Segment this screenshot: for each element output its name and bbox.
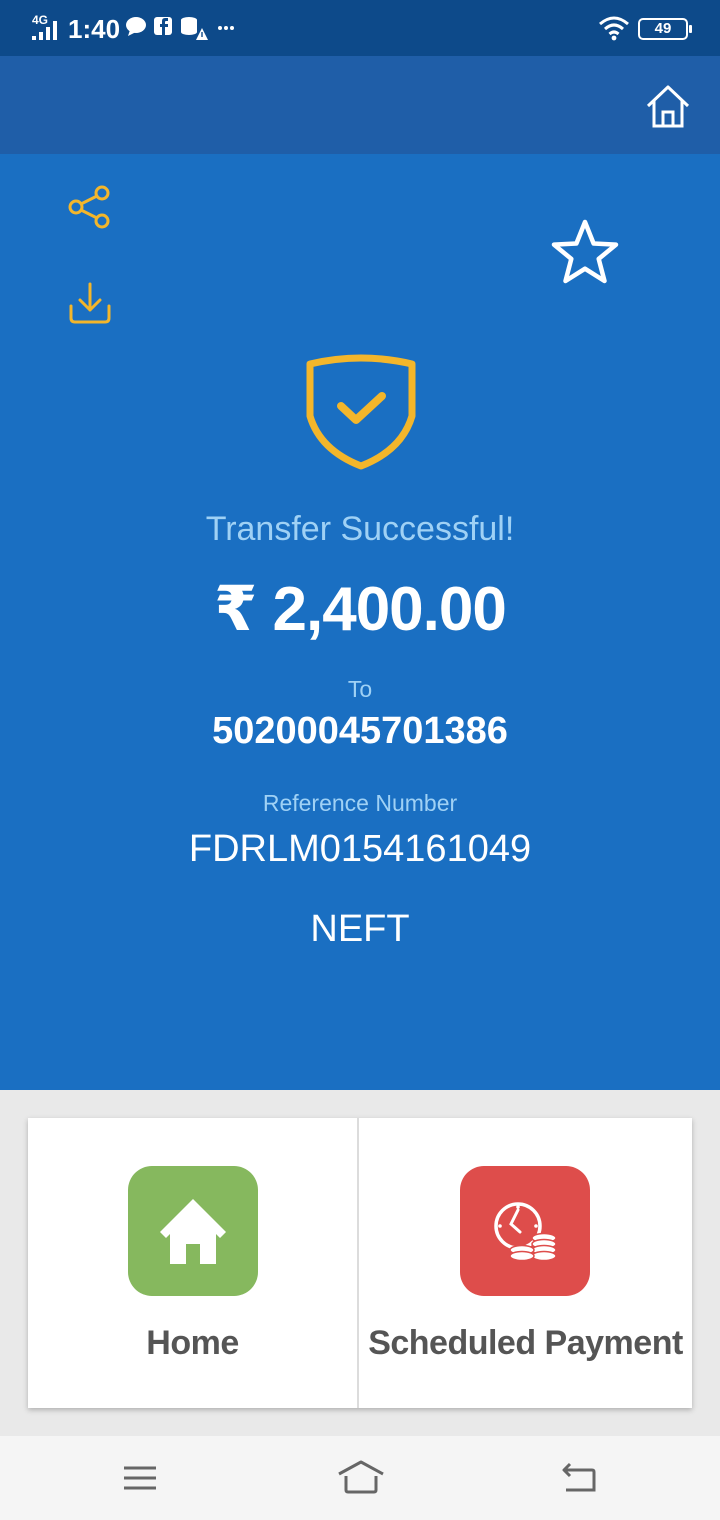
transfer-status-text: Transfer Successful!: [205, 510, 515, 548]
share-icon[interactable]: [66, 184, 114, 230]
home-shortcut-button[interactable]: Home: [28, 1118, 359, 1408]
home-icon[interactable]: [336, 1458, 386, 1498]
storage-icon: [181, 17, 208, 40]
home-shortcut-label: Home: [146, 1324, 239, 1362]
home-tile: [128, 1166, 258, 1296]
shortcut-cards: Home Scheduled Payment: [28, 1118, 692, 1408]
menu-icon[interactable]: [120, 1458, 160, 1498]
signal-icon: 4G: [32, 13, 57, 40]
scheduled-payment-shortcut-label: Scheduled Payment: [368, 1324, 683, 1362]
notification-icons: [126, 17, 234, 40]
reference-number-label: Reference Number: [262, 790, 458, 816]
transfer-amount: ₹ 2,400.00: [214, 575, 507, 644]
status-bar: 4G 1:40 49: [0, 0, 720, 56]
transfer-mode: NEFT: [310, 908, 410, 950]
star-outline-icon[interactable]: [550, 218, 620, 284]
transfer-result-panel: Transfer Successful! ₹ 2,400.00 To 50200…: [0, 154, 720, 1090]
system-navigation-bar: [0, 1436, 720, 1520]
clock-coins-icon: [494, 1202, 557, 1262]
facebook-icon: [154, 17, 172, 35]
more-dots-icon: [218, 26, 234, 30]
beneficiary-account-number: 50200045701386: [212, 710, 508, 752]
scheduled-payment-shortcut-button[interactable]: Scheduled Payment: [360, 1118, 691, 1408]
shield-check-icon: [306, 354, 416, 470]
scheduled-payment-tile: [460, 1166, 590, 1296]
svg-text:4G: 4G: [32, 13, 48, 27]
battery-indicator: 49: [638, 18, 692, 40]
status-time: 1:40: [68, 14, 121, 44]
chat-icon: [126, 17, 146, 36]
reference-number-value: FDRLM0154161049: [188, 828, 532, 870]
app-bar: [0, 56, 720, 154]
back-icon[interactable]: [558, 1458, 598, 1498]
home-outline-icon[interactable]: [644, 84, 692, 130]
house-icon: [160, 1199, 226, 1264]
download-icon[interactable]: [66, 280, 114, 326]
wifi-icon: [599, 16, 629, 41]
to-label: To: [347, 676, 373, 702]
